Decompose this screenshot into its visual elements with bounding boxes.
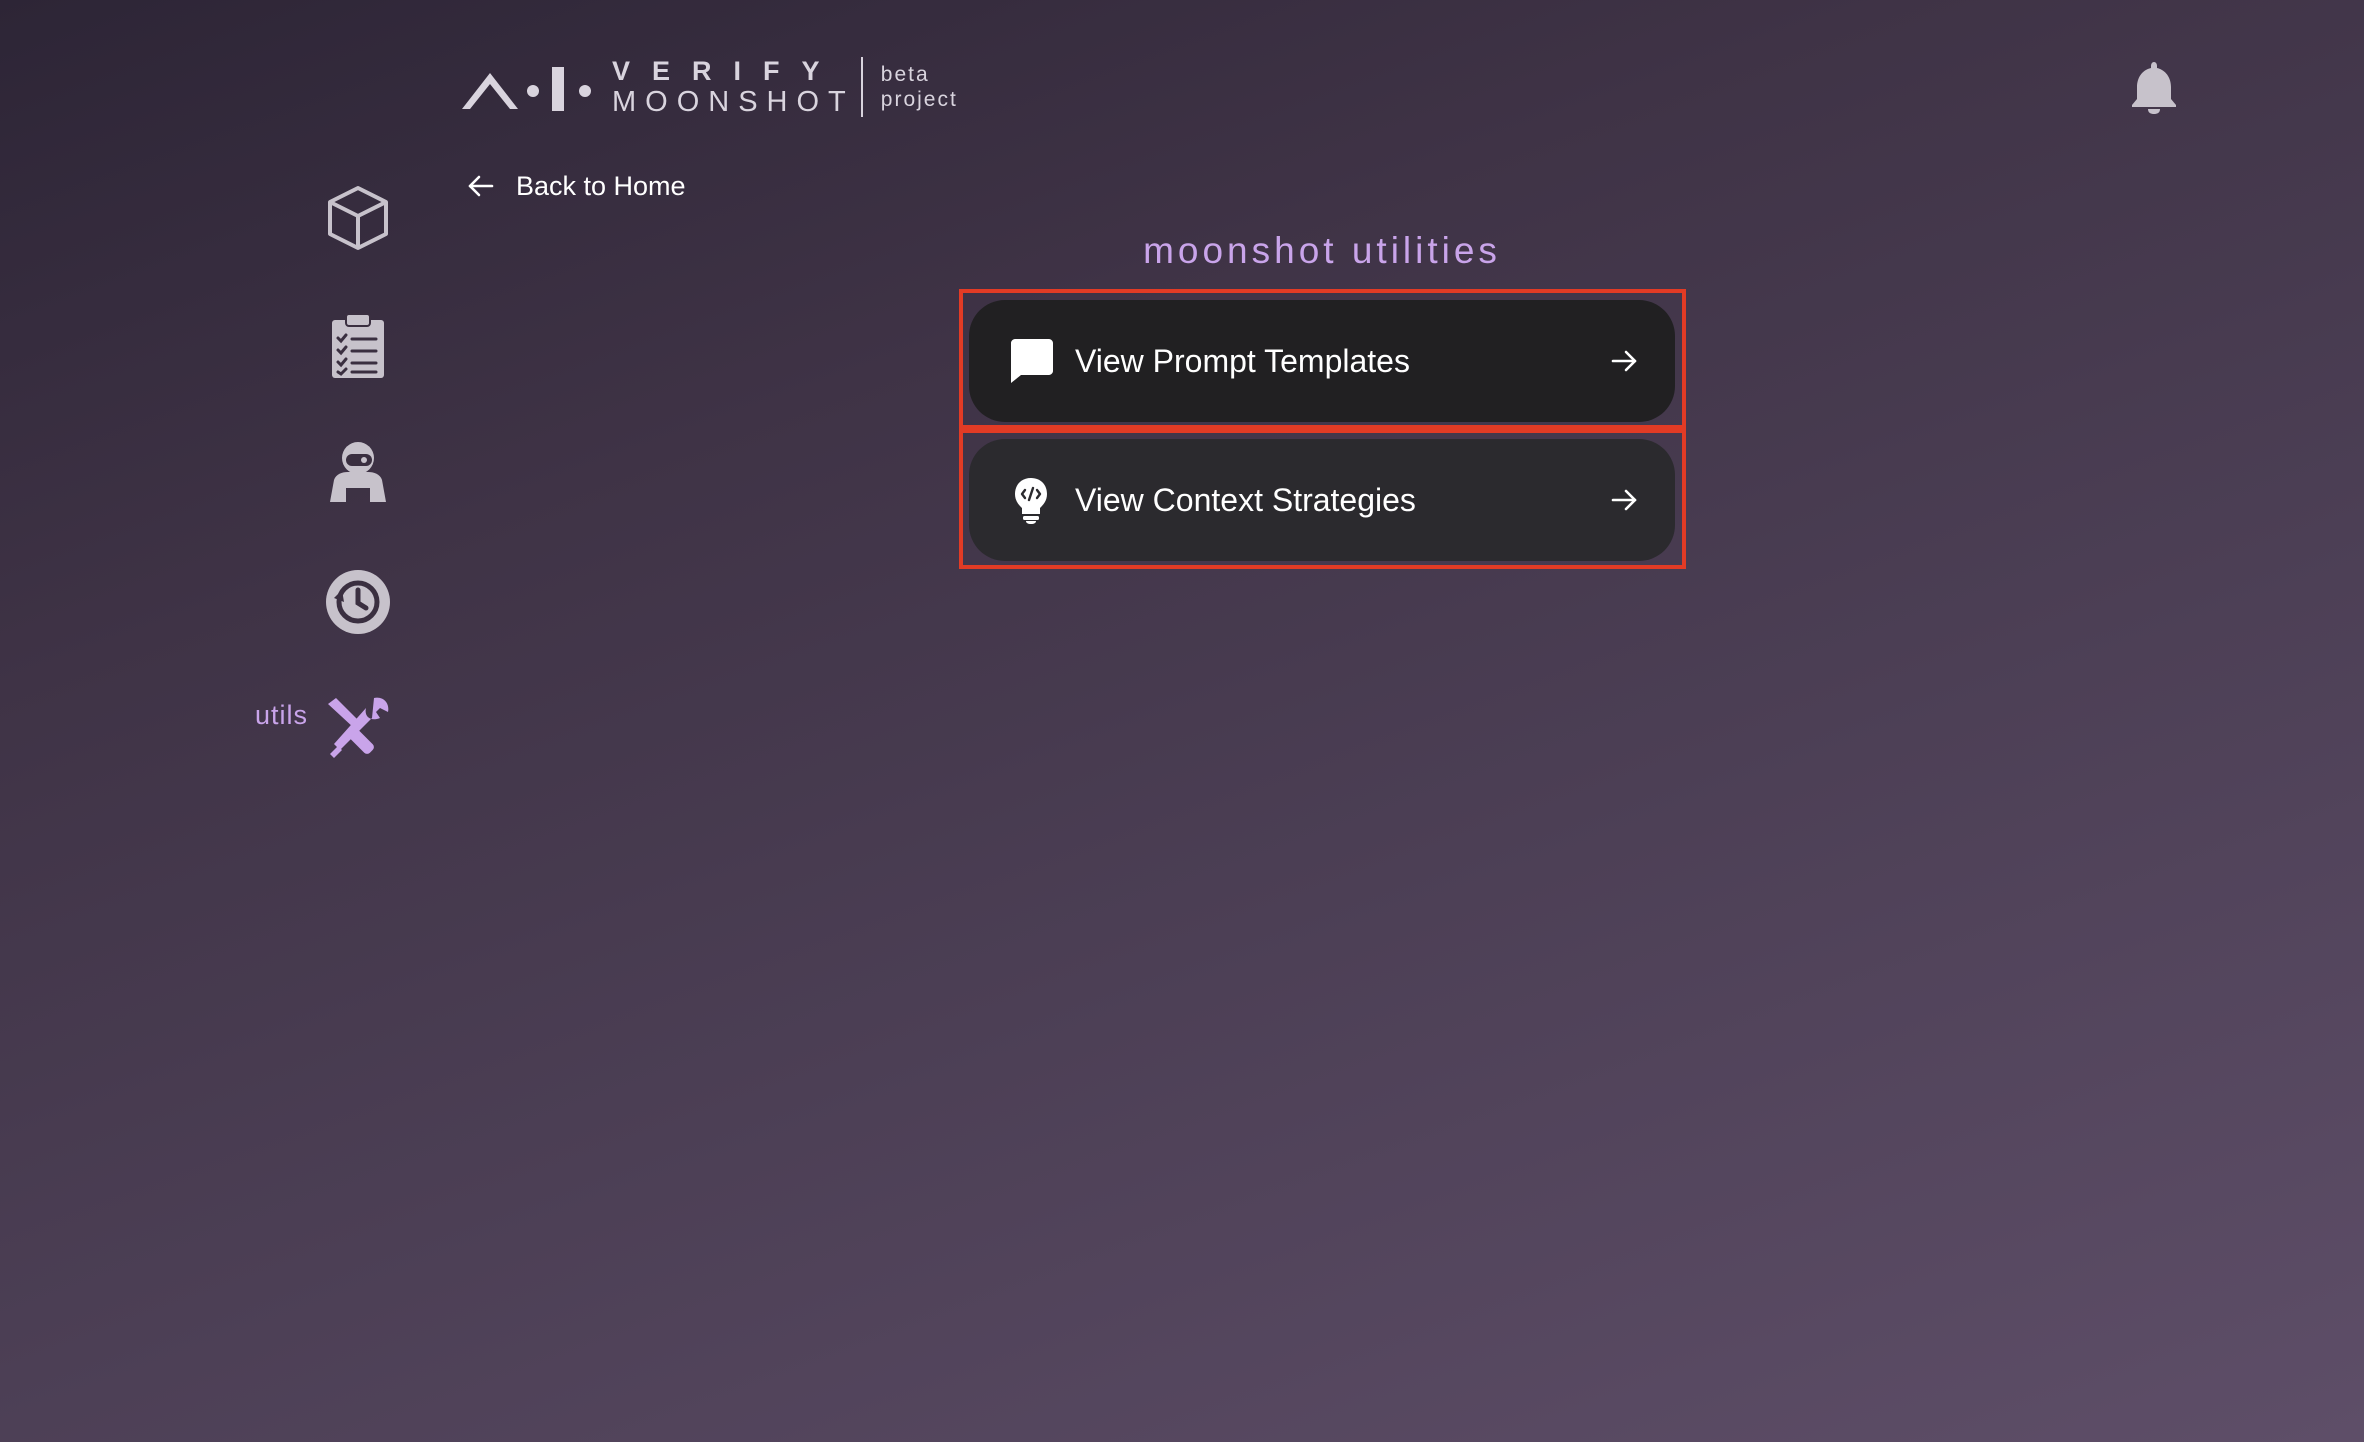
- back-to-home-label: Back to Home: [516, 170, 686, 201]
- clipboard-checklist-icon[interactable]: [324, 312, 392, 380]
- cube-icon[interactable]: [324, 184, 392, 252]
- chat-bubble-icon: [1007, 337, 1055, 385]
- logo-moonshot-text: MOONSHOT: [612, 86, 855, 118]
- bell-icon[interactable]: [2128, 60, 2180, 114]
- app-logo[interactable]: VERIFY MOONSHOT beta project: [462, 56, 958, 118]
- card-label-context-strategies: View Context Strategies: [1075, 481, 1416, 518]
- logo-divider: [860, 57, 863, 117]
- arrow-left-icon: [468, 175, 494, 197]
- card-label-prompt-templates: View Prompt Templates: [1075, 342, 1410, 379]
- logo-tag-project: project: [880, 88, 958, 111]
- arrow-right-icon: [1609, 346, 1639, 376]
- page-title: moonshot utilities: [1143, 230, 1501, 271]
- history-icon[interactable]: [324, 568, 392, 636]
- arrow-right-icon: [1609, 485, 1639, 515]
- tools-icon[interactable]: [324, 694, 392, 762]
- back-to-home-link[interactable]: Back to Home: [466, 166, 686, 206]
- logo-verify-text: VERIFY: [612, 56, 842, 86]
- view-prompt-templates-button[interactable]: View Prompt Templates: [969, 300, 1675, 422]
- sidebar-item-utils-label[interactable]: utils: [255, 700, 308, 731]
- lightbulb-code-icon: [1007, 476, 1055, 524]
- view-context-strategies-button[interactable]: View Context Strategies: [969, 439, 1675, 561]
- logo-mark-icon: [462, 67, 591, 111]
- logo-tag-beta: beta: [880, 63, 930, 86]
- red-team-agent-icon[interactable]: [324, 438, 392, 506]
